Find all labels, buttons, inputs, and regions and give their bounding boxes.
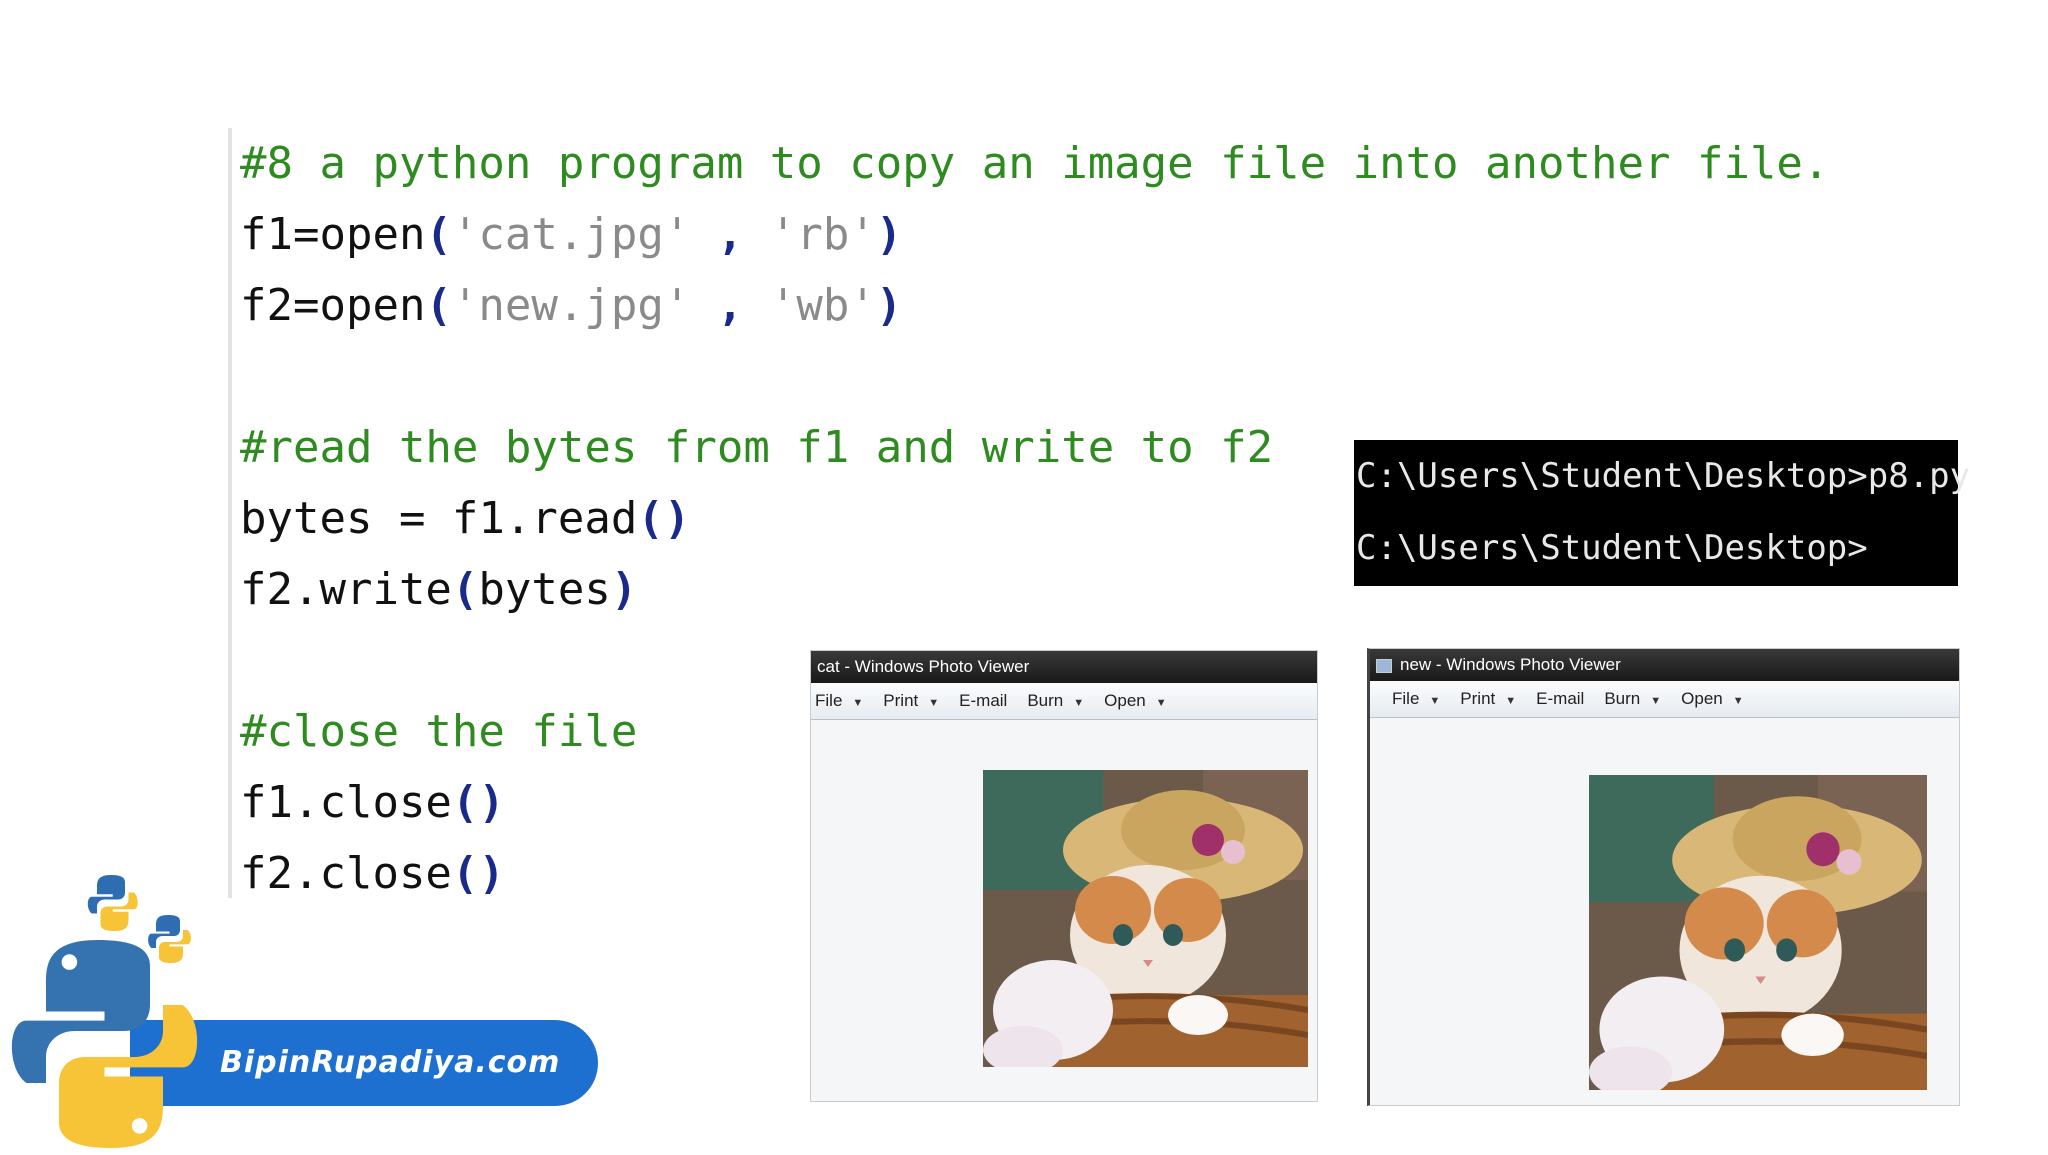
chevron-down-icon: ▼ — [1650, 695, 1662, 707]
menu-file[interactable]: File ▼ — [1392, 689, 1440, 709]
photo-viewer-cat: cat - Windows Photo Viewer File ▼ Print ▼ … — [810, 650, 1318, 1102]
menu-file[interactable]: File ▼ — [815, 691, 863, 711]
menu-email[interactable]: E-mail — [959, 691, 1007, 711]
menu-open[interactable]: Open ▼ — [1681, 689, 1743, 709]
chevron-down-icon: ▼ — [1429, 695, 1441, 707]
chevron-down-icon: ▼ — [852, 697, 864, 709]
terminal-line: C:\Users\Student\Desktop>p8.py — [1356, 456, 1971, 496]
cat-photo — [983, 770, 1308, 1067]
menu-email[interactable]: E-mail — [1536, 689, 1584, 709]
site-name: BipinRupadiya.com — [220, 1045, 561, 1080]
terminal-line: C:\Users\Student\Desktop> — [1356, 528, 1868, 568]
menu-burn[interactable]: Burn ▼ — [1027, 691, 1084, 711]
menu-open[interactable]: Open ▼ — [1104, 691, 1166, 711]
chevron-down-icon: ▼ — [1073, 697, 1085, 709]
chevron-down-icon: ▼ — [1732, 695, 1744, 707]
menu-print[interactable]: Print ▼ — [1460, 689, 1516, 709]
viewer-title: new - Windows Photo Viewer — [1400, 655, 1621, 674]
chevron-down-icon: ▼ — [1155, 697, 1167, 709]
viewer-titlebar: cat - Windows Photo Viewer — [811, 651, 1317, 683]
code-line-open-f2: f2=open('new.jpg' , 'wb') — [240, 280, 903, 331]
command-prompt-output: C:\Users\Student\Desktop>p8.py C:\Users\… — [1354, 440, 1971, 586]
photo-viewer-app-icon — [1376, 658, 1392, 673]
python-logo-icon — [11, 875, 198, 1148]
menu-print[interactable]: Print ▼ — [883, 691, 939, 711]
viewer-title: cat - Windows Photo Viewer — [817, 657, 1030, 676]
chevron-down-icon: ▼ — [928, 697, 940, 709]
photo-viewer-new: new - Windows Photo Viewer File ▼ Print ▼ … — [1367, 648, 1960, 1106]
viewer-menubar: File ▼ Print ▼ E-mail Burn ▼ Open ▼ — [811, 683, 1317, 720]
cat-photo — [1589, 775, 1927, 1090]
viewer-titlebar: new - Windows Photo Viewer — [1370, 649, 1959, 681]
code-comment-title: #8 a python program to copy an image fil… — [240, 138, 1830, 189]
chevron-down-icon: ▼ — [1505, 695, 1517, 707]
viewer-menubar: File ▼ Print ▼ E-mail Burn ▼ Open ▼ — [1370, 681, 1959, 718]
code-line-open-f1: f1=open('cat.jpg' , 'rb') — [240, 209, 903, 260]
brand-logo: BipinRupadiya.com — [0, 855, 600, 1155]
menu-burn[interactable]: Burn ▼ — [1604, 689, 1661, 709]
